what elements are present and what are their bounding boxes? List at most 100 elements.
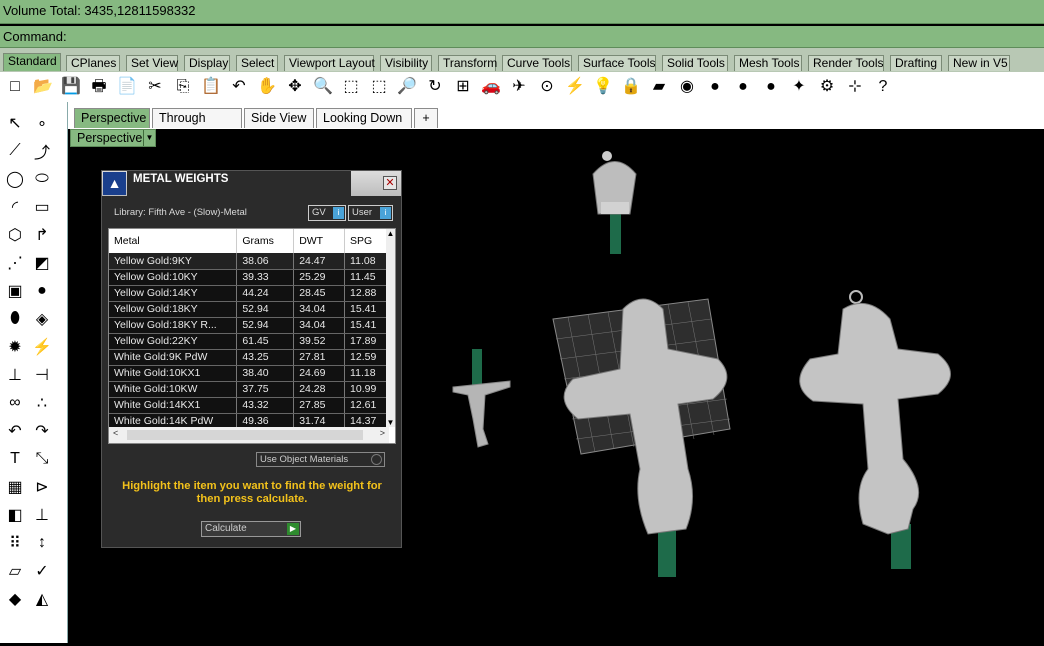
table-row[interactable]: Yellow Gold:22KY 61.45 39.52 17.89 [109,333,387,350]
lock-icon[interactable]: 🔒 [619,75,643,99]
viewport-tab-perspective[interactable]: Perspective [74,108,150,128]
ghost-sphere-icon[interactable]: ● [731,75,755,99]
tab-solid-tools[interactable]: Solid Tools [662,55,728,71]
box-solid-icon[interactable]: ▣ [2,278,28,304]
tab-viewport-layout[interactable]: Viewport Layout [284,55,375,71]
check-icon[interactable]: ✓ [29,558,55,584]
render-sphere-icon[interactable]: ● [703,75,727,99]
blend-icon[interactable]: ⤡ [29,446,55,472]
radio-icon[interactable] [371,454,382,465]
table-row[interactable]: Yellow Gold:14KY 44.24 28.45 12.88 [109,285,387,302]
tab-drafting[interactable]: Drafting [890,55,942,71]
panel-titlebar[interactable]: ▲ METAL WEIGHTS ✕ [102,171,401,196]
new-icon[interactable]: □ [3,75,27,99]
table-row[interactable]: Yellow Gold:10KY 39.33 25.29 11.45 [109,269,387,286]
tab-standard[interactable]: Standard [3,53,61,71]
table-row[interactable]: Yellow Gold:18KY R... 52.94 34.04 15.41 [109,317,387,334]
tab-surface-tools[interactable]: Surface Tools [578,55,656,71]
horizontal-scrollbar[interactable]: < > [109,427,389,443]
tab-mesh-tools[interactable]: Mesh Tools [734,55,802,71]
column-header-grams[interactable]: Grams [236,229,295,253]
pan-icon[interactable]: ✋ [255,75,279,99]
rectangle-icon[interactable]: ▭ [29,194,55,220]
viewport-dropdown-icon[interactable]: ▼ [143,130,155,146]
scroll-left-icon[interactable]: < [113,428,118,438]
column-header-spg[interactable]: SPG [344,229,387,253]
table-row[interactable]: Yellow Gold:9KY 38.06 24.47 11.08 [109,253,387,270]
fillet-curve-icon[interactable]: ↱ [29,222,55,248]
zoom-icon[interactable]: 🔍 [311,75,335,99]
spotlight-icon[interactable]: ✦ [787,75,811,99]
array-dots-icon[interactable]: ∴ [29,390,55,416]
sphere-solid-icon[interactable]: ● [29,278,55,304]
add-viewport-tab-icon[interactable]: + [414,108,438,128]
ellipse-icon[interactable]: ⬭ [29,166,55,192]
column-header-metal[interactable]: Metal [109,229,238,253]
table-row[interactable]: White Gold:9K PdW 43.25 27.81 12.59 [109,349,387,366]
gv-toggle[interactable]: GV i [308,205,346,221]
light-icon[interactable]: 💡 [591,75,615,99]
viewport-tab-looking-down[interactable]: Looking Down [316,108,412,128]
surface-icon[interactable]: ◩ [29,250,55,276]
viewports-icon[interactable]: ⊞ [451,75,475,99]
open-icon[interactable]: 📂 [31,75,55,99]
history-icon[interactable]: ⊳ [29,474,55,500]
command-line[interactable]: Command: [0,26,1044,48]
user-toggle[interactable]: User i [348,205,393,221]
grid-snap-icon[interactable]: ⊹ [843,75,867,99]
array-grid-icon[interactable]: ⠿ [2,530,28,556]
text-icon[interactable]: T [2,446,28,472]
align-icon[interactable]: ↕ [29,530,55,556]
extend-icon[interactable]: ↷ [29,418,55,444]
explode-icon[interactable]: ⚡ [29,334,55,360]
polyline-icon[interactable]: ⟋ [2,138,28,164]
gear-icon[interactable]: ⚙ [815,75,839,99]
mirror-icon[interactable]: ▱ [2,558,28,584]
table-row[interactable]: White Gold:10KW 37.75 24.28 10.99 [109,381,387,398]
table-row[interactable]: Yellow Gold:18KY 52.94 34.04 15.41 [109,301,387,318]
snap-icon[interactable]: ⚡ [563,75,587,99]
material-box-icon[interactable]: ◧ [2,502,28,528]
shade-icon[interactable]: ◆ [2,586,28,612]
close-icon[interactable]: ✕ [383,176,397,190]
column-header-dwt[interactable]: DWT [293,229,346,253]
tab-new-in-v5[interactable]: New in V5 [948,55,1010,71]
tab-visibility[interactable]: Visibility [380,55,432,71]
cplane-icon[interactable]: ⊙ [535,75,559,99]
cut-icon[interactable]: ✂ [143,75,167,99]
zoom-dynamic-icon[interactable]: ↻ [423,75,447,99]
curve-icon[interactable]: ⤴ [29,138,55,164]
split-icon[interactable]: ⊣ [29,362,55,388]
viewport-title[interactable]: Perspective ▼ [70,129,156,147]
tab-curve-tools[interactable]: Curve Tools [502,55,572,71]
scroll-up-icon[interactable]: ▲ [386,229,395,238]
zoom-extents-icon[interactable]: ⬚ [367,75,391,99]
select-arrow-icon[interactable]: ↖ [2,110,28,136]
color-wheel-icon[interactable]: ◉ [675,75,699,99]
patch-icon[interactable]: ◈ [29,306,55,332]
viewport-tab-through-finger[interactable]: Through Finger [152,108,242,144]
help-icon[interactable]: ? [871,75,895,99]
polygon-icon[interactable]: ⬡ [2,222,28,248]
undo-icon[interactable]: ↶ [227,75,251,99]
zoom-window-icon[interactable]: ⬚ [339,75,363,99]
scroll-down-icon[interactable]: ▼ [386,418,395,427]
plane-icon[interactable]: ✈ [507,75,531,99]
copy-icon[interactable]: ⎘ [171,75,195,99]
tab-set-view[interactable]: Set View [126,55,178,71]
tab-cplanes[interactable]: CPlanes [66,55,120,71]
circle-icon[interactable]: ◯ [2,166,28,192]
car-icon[interactable]: 🚗 [479,75,503,99]
group-icon[interactable]: ▦ [2,474,28,500]
tab-transform[interactable]: Transform [438,55,497,71]
import-icon[interactable]: 📄 [115,75,139,99]
calculate-button[interactable]: Calculate ▶ [201,521,301,537]
zoom-selected-icon[interactable]: 🔎 [395,75,419,99]
rotate-view-icon[interactable]: ✥ [283,75,307,99]
table-row[interactable]: White Gold:10KX1 38.40 24.69 11.18 [109,365,387,382]
viewport-tab-side-view[interactable]: Side View [244,108,314,128]
use-object-materials-option[interactable]: Use Object Materials [256,452,385,467]
trim-icon[interactable]: ⊥ [2,362,28,388]
save-icon[interactable]: 💾 [59,75,83,99]
tab-render-tools[interactable]: Render Tools [808,55,884,71]
